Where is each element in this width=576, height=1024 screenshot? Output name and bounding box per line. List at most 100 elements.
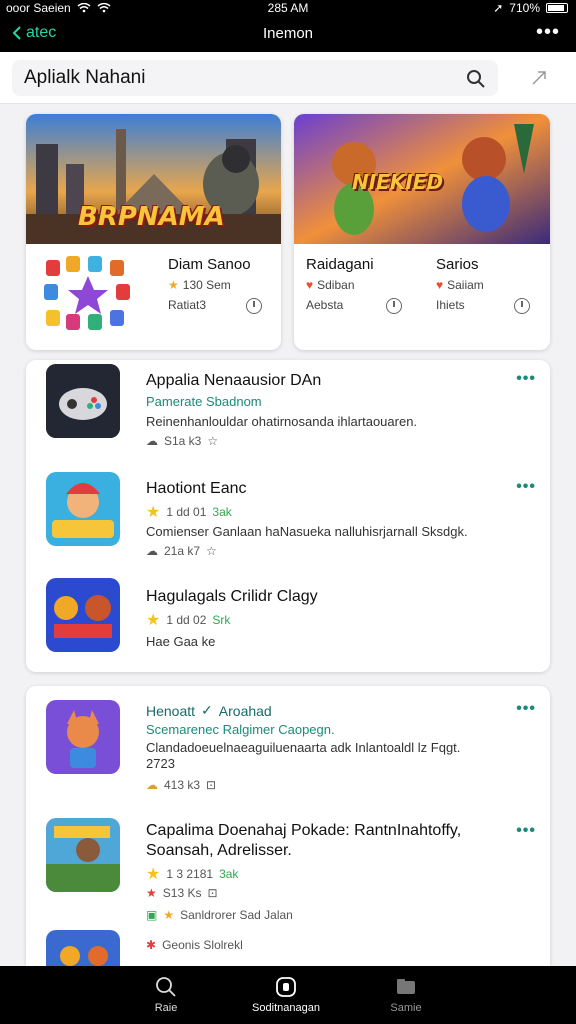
cloud-icon: ☁ — [146, 434, 158, 448]
cloud-icon: ☁ — [146, 544, 158, 558]
app-version: Ratiat3 — [168, 298, 207, 312]
app-description: Comienser Ganlaan haNasueka nalluhisrjar… — [146, 524, 468, 539]
list-item[interactable]: Henoatt ✓ Aroahad Scemarenec Ralgimer Ca… — [26, 686, 550, 806]
star-icon: ♥ — [436, 278, 444, 292]
item-more-button[interactable]: ••• — [516, 700, 536, 718]
star-outline-icon: ☆ — [206, 544, 217, 558]
star-icon: ★ — [163, 908, 175, 922]
app-meta: ★ S13 Ks ⊡ — [146, 886, 218, 900]
app-developer: Pamerate Sbadnom — [146, 394, 262, 409]
list-item[interactable]: Haotiont Eanc ★ 1 dd 01 3ak Comienser Ga… — [26, 466, 550, 566]
status-bar: ooor Saeien 285 AM ➚ 710% — [0, 0, 576, 16]
app-icon — [46, 700, 120, 774]
clock-icon — [246, 298, 262, 314]
app-rating: ★ 1 dd 01 3ak — [146, 504, 232, 521]
app-icon — [46, 578, 120, 652]
tab-games[interactable]: Samie — [336, 976, 476, 1014]
more-options-button[interactable]: ••• — [536, 21, 560, 44]
page-title: Inemon — [262, 25, 314, 42]
search-field[interactable] — [12, 60, 498, 96]
app-rating: ★ 130 Sem — [168, 278, 231, 292]
list-item[interactable]: Appalia Nenaausior DAn Pamerate Sbadnom … — [26, 360, 550, 460]
game-banner-image: NIEKIED — [294, 114, 550, 244]
search-bar-area — [0, 52, 576, 104]
game-banner-image: BRPNAMA — [26, 114, 281, 244]
app-name: Henoatt — [146, 702, 196, 719]
clock-time: 285 AM — [267, 1, 309, 15]
app-meta: ☁ S1a k3 ☆ — [146, 434, 219, 448]
flag-icon: ▣ — [146, 908, 158, 922]
star-outline-icon: ☆ — [207, 434, 219, 448]
app-name: Haotiont Eanc — [146, 480, 247, 497]
app-name: Sarios — [436, 256, 479, 273]
app-name: Diam Sanoo — [168, 256, 251, 273]
star-icon: ★ — [146, 886, 157, 900]
app-developer: Scemarenec Ralgimer Caopegn. — [146, 722, 335, 737]
app-name-line2: Soansah, Adrelisser. — [146, 842, 292, 859]
lock-icon: ⊡ — [206, 778, 217, 792]
banner-title: NIEKIED — [352, 170, 444, 194]
search-icon — [156, 977, 176, 997]
tab-search[interactable]: Raie — [96, 976, 236, 1014]
tab-label: Soditnanagan — [252, 1002, 320, 1014]
app-description: Hae Gaa ke — [146, 634, 216, 649]
battery-icon — [546, 3, 568, 13]
list-item[interactable]: Capalima Doenahaj Pokade: RantnInahtoffy… — [26, 810, 550, 926]
tab-label: Samie — [390, 1002, 422, 1014]
app-description: Reinenhanlouldar ohatirnosanda ihlartaou… — [146, 414, 418, 429]
featured-card[interactable]: BRPNAMA Diam Sanoo ★ 130 Sem Ratiat3 — [26, 114, 281, 350]
app-rating: ★ 1 3 2181 3ak — [146, 866, 239, 883]
star-icon: ★ — [146, 866, 161, 883]
app-badge: Aroahad — [218, 702, 272, 719]
clock-icon — [514, 298, 530, 314]
star-icon: ★ — [146, 612, 161, 629]
app-list-card: Henoatt ✓ Aroahad Scemarenec Ralgimer Ca… — [26, 686, 550, 966]
item-more-button[interactable]: ••• — [516, 822, 536, 840]
nav-bar: atec Inemon ••• — [0, 16, 576, 52]
app-icon — [42, 254, 134, 338]
item-more-button[interactable]: ••• — [516, 478, 536, 496]
battery-label: 710% — [509, 1, 540, 15]
app-icon — [46, 818, 120, 892]
app-meta: ☁ 21a k7 ☆ — [146, 544, 217, 558]
cloud-icon: ☁ — [146, 778, 158, 792]
app-icon — [46, 364, 120, 438]
verified-icon: ✓ — [201, 702, 213, 718]
lock-icon: ⊡ — [207, 886, 218, 900]
search-input[interactable] — [24, 66, 444, 90]
tab-bar: Raie Soditnanagan Samie — [0, 966, 576, 1024]
star-icon: ★ — [168, 278, 179, 292]
search-icon[interactable] — [466, 69, 486, 89]
app-version: Ihiets — [436, 298, 465, 312]
app-tags: ▣ ★ Sanldrorer Sad Jalan — [146, 908, 293, 922]
tab-library[interactable]: Soditnanagan — [216, 976, 356, 1014]
item-more-button[interactable]: ••• — [516, 370, 536, 388]
location-icon: ➚ — [493, 1, 504, 15]
list-item[interactable]: Hagulagals Crilidr Clagy ★ 1 dd 02 Srk H… — [26, 572, 550, 668]
app-icon — [46, 930, 120, 966]
app-version: Aebsta — [306, 298, 344, 312]
featured-card[interactable]: NIEKIED Raidagani ♥ Sdiban Aebsta Sarios… — [294, 114, 550, 350]
tag-icon: ✱ — [146, 938, 157, 952]
app-store-icon — [276, 977, 296, 997]
app-name-row: Henoatt ✓ Aroahad — [146, 702, 272, 719]
share-icon[interactable] — [530, 69, 548, 87]
star-icon: ★ — [146, 504, 161, 521]
star-icon: ♥ — [306, 278, 314, 292]
folder-icon — [397, 979, 415, 994]
app-name: Appalia Nenaausior DAn — [146, 372, 322, 389]
clock-icon — [386, 298, 402, 314]
list-item[interactable]: ✱ Geonis Slolrekl — [26, 930, 550, 966]
app-description: Clandadoeuelnaeaguiluenaarta adk Inlanto… — [146, 740, 461, 755]
app-extra: 2723 — [146, 756, 175, 771]
tab-label: Raie — [154, 1002, 178, 1014]
app-meta: ☁ 413 k3 ⊡ — [146, 778, 217, 792]
app-meta: ✱ Geonis Slolrekl — [146, 938, 243, 952]
app-list-card: Appalia Nenaausior DAn Pamerate Sbadnom … — [26, 360, 550, 672]
app-rating: ♥ Saiiam — [436, 278, 484, 292]
app-name: Raidagani — [306, 256, 374, 273]
banner-title: BRPNAMA — [78, 202, 225, 232]
app-name: Hagulagals Crilidr Clagy — [146, 588, 318, 605]
app-rating: ♥ Sdiban — [306, 278, 355, 292]
app-icon — [46, 472, 120, 546]
